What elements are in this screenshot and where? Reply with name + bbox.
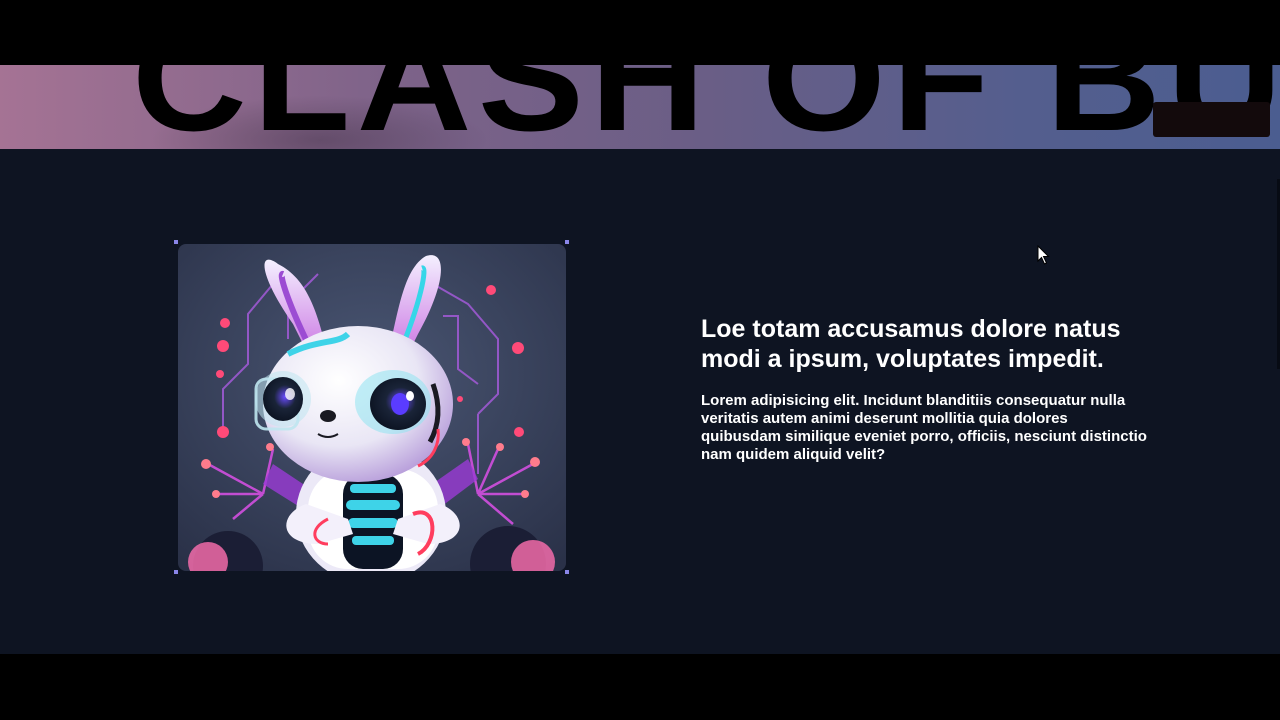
hero-cta-button[interactable] (1153, 102, 1270, 137)
feature-image-frame[interactable] (174, 240, 569, 574)
resize-handle-top-left[interactable] (174, 240, 178, 244)
feature-copy: Loe totam accusamus dolore natus modi a … (701, 314, 1171, 464)
robot-bunny-illustration (178, 244, 566, 571)
resize-handle-top-right[interactable] (565, 240, 569, 244)
screen: CLASH OF BUGS (0, 0, 1280, 720)
resize-handle-bottom-right[interactable] (565, 570, 569, 574)
feature-heading: Loe totam accusamus dolore natus modi a … (701, 315, 1121, 373)
resize-handle-bottom-left[interactable] (174, 570, 178, 574)
feature-body: Lorem adipisicing elit. Incidunt blandit… (701, 392, 1147, 463)
mouse-pointer-icon (1037, 245, 1050, 265)
hero-title: CLASH OF BUGS (132, 65, 1280, 149)
hero-banner: CLASH OF BUGS (0, 65, 1280, 149)
feature-section: Loe totam accusamus dolore natus modi a … (0, 149, 1280, 654)
